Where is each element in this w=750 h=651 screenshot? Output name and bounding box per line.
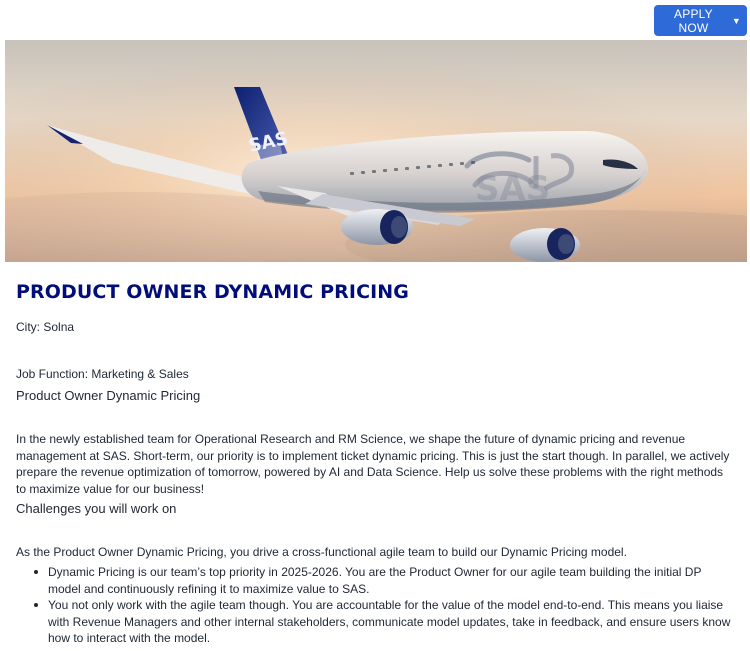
top-bar: APPLY NOW ▼	[0, 0, 750, 40]
city-label: City:	[16, 320, 40, 334]
responsibility-item: Dynamic Pricing is our team’s top priori…	[32, 564, 732, 597]
fuselage-sas-logo: SAS	[475, 169, 550, 209]
job-title: PRODUCT OWNER DYNAMIC PRICING	[16, 281, 409, 303]
job-function-label: Job Function:	[16, 367, 89, 381]
job-subtitle: Product Owner Dynamic Pricing	[16, 388, 201, 403]
job-function-line: Job Function: Marketing & Sales	[16, 366, 189, 382]
caret-down-icon: ▼	[731, 15, 741, 26]
hero-image: SAS SAS	[5, 40, 747, 262]
airplane-hero-illustration: SAS SAS	[5, 40, 747, 262]
intro-paragraph: In the newly established team for Operat…	[16, 432, 730, 496]
responsibility-item: You not only work with the agile team th…	[32, 597, 732, 647]
job-function-value: Marketing & Sales	[91, 367, 189, 381]
challenges-heading: Challenges you will work on	[16, 501, 177, 516]
city-line: City: Solna	[16, 319, 74, 335]
responsibilities-list: Dynamic Pricing is our team’s top priori…	[32, 564, 732, 647]
apply-now-button[interactable]: APPLY NOW ▼	[654, 5, 747, 36]
job-content: PRODUCT OWNER DYNAMIC PRICING City: Soln…	[16, 280, 734, 645]
role-intro-paragraph: As the Product Owner Dynamic Pricing, yo…	[16, 545, 627, 559]
job-page: APPLY NOW ▼ SAS SAS PRODUCT OWNER DYNAMI…	[0, 0, 750, 651]
city-value: Solna	[43, 320, 75, 334]
apply-now-label: APPLY NOW	[674, 6, 713, 35]
